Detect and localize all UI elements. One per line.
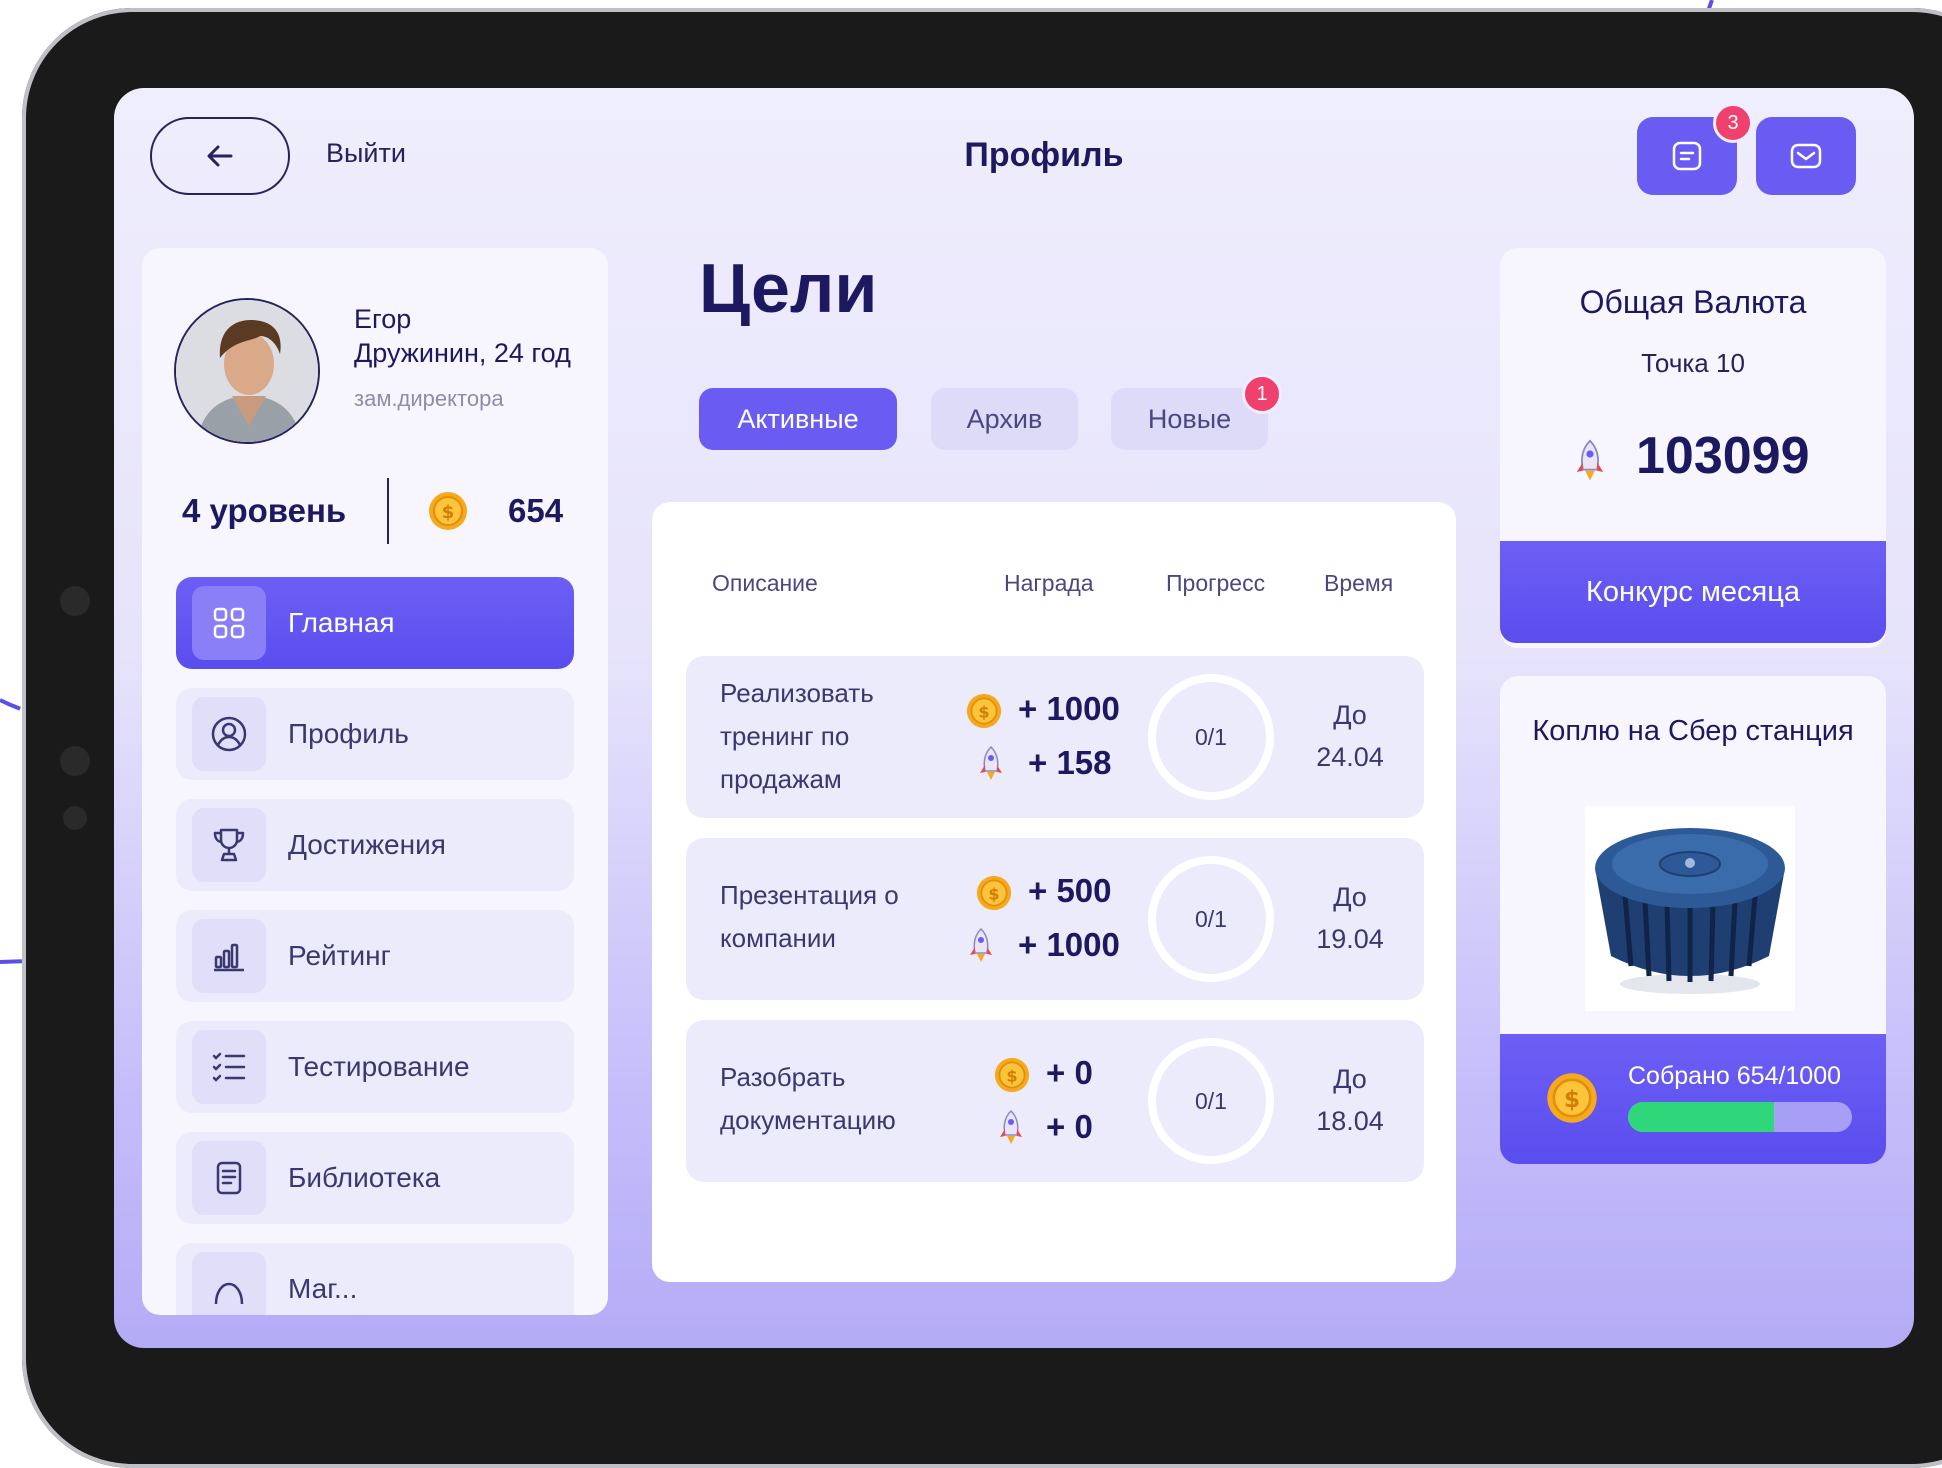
goals-title: Цели xyxy=(699,249,878,327)
sidebar-item-testing[interactable]: Тестирование xyxy=(176,1021,574,1113)
goal-progress: 0/1 xyxy=(1148,1038,1274,1164)
sidebar-item-label: Главная xyxy=(288,607,395,638)
profile-sidebar: Егор Дружинин, 24 год зам.директора 4 ур… xyxy=(142,248,608,1315)
goal-progress: 0/1 xyxy=(1148,674,1274,800)
product-image xyxy=(1585,806,1795,1011)
column-header-description: Описание xyxy=(712,570,818,596)
side-sensor xyxy=(60,586,90,616)
goal-due-date: 18.04 xyxy=(1316,1106,1384,1136)
bar-chart-icon xyxy=(192,919,266,993)
sidebar-item-label: Библиотека xyxy=(288,1162,441,1193)
user-circle-icon xyxy=(192,697,266,771)
app-screen: Выйти Профиль 3 Егор Дружинин, 24 год за… xyxy=(114,88,1914,1348)
notifications-badge: 3 xyxy=(1713,103,1753,143)
grid-icon xyxy=(192,586,266,660)
coin-icon: $ xyxy=(1547,1073,1597,1123)
shop-icon xyxy=(192,1252,266,1315)
mail-button[interactable] xyxy=(1756,117,1856,195)
user-first-name: Егор xyxy=(354,304,412,334)
rocket-icon xyxy=(980,745,1002,780)
side-sensor xyxy=(63,806,87,830)
column-header-progress: Прогресс xyxy=(1166,570,1266,596)
user-level: 4 уровень xyxy=(182,492,347,529)
goal-row[interactable]: Разобрать документацию $ + 0 + 0 0/1 До … xyxy=(686,1020,1424,1182)
goal-rocket-reward: + 1000 xyxy=(1018,926,1120,963)
svg-text:$: $ xyxy=(1564,1085,1580,1113)
goal-description: Разобрать документацию xyxy=(720,1062,896,1135)
rocket-icon xyxy=(970,927,992,962)
goal-coin-reward: + 0 xyxy=(1046,1054,1093,1091)
collected-progress-bar xyxy=(1628,1102,1852,1132)
user-coins: 654 xyxy=(508,492,564,529)
tab-active[interactable]: Активные xyxy=(699,388,897,450)
saving-goal-card[interactable]: Коплю на Сбер станция $ Собрано 654/1000 xyxy=(1500,676,1886,1164)
currency-value: 103099 xyxy=(1636,427,1810,485)
sidebar-item-achievements[interactable]: Достижения xyxy=(176,799,574,891)
user-photo xyxy=(176,300,318,442)
sidebar-item-label: Достижения xyxy=(288,829,446,860)
user-last-name-age: Дружинин, 24 год xyxy=(354,338,571,368)
sidebar-item-shop[interactable]: Маг... xyxy=(176,1243,574,1315)
goal-description: Презентация о компании xyxy=(720,880,899,953)
user-role: зам.директора xyxy=(354,386,504,411)
document-icon xyxy=(192,1141,266,1215)
checklist-icon xyxy=(192,1030,266,1104)
sidebar-item-rating[interactable]: Рейтинг xyxy=(176,910,574,1002)
goal-description: Реализовать тренинг по продажам xyxy=(720,678,874,794)
svg-text:$: $ xyxy=(1006,1066,1017,1085)
goal-progress: 0/1 xyxy=(1148,856,1274,982)
sidebar-item-label: Маг... xyxy=(288,1273,358,1304)
collected-progress-panel: $ Собрано 654/1000 xyxy=(1500,1034,1886,1164)
sidebar-item-library[interactable]: Библиотека xyxy=(176,1132,574,1224)
goal-coin-reward: + 1000 xyxy=(1018,690,1120,727)
side-sensor xyxy=(60,746,90,776)
currency-title: Общая Валюта xyxy=(1579,284,1807,320)
new-goals-badge: 1 xyxy=(1242,374,1282,414)
mail-icon xyxy=(1790,143,1822,169)
goal-due-prefix: До xyxy=(1333,1064,1367,1094)
goal-row[interactable]: Реализовать тренинг по продажам $ + 1000… xyxy=(686,656,1424,818)
coin-icon: $ xyxy=(994,1057,1030,1093)
svg-text:$: $ xyxy=(978,702,989,721)
rocket-icon xyxy=(1576,439,1604,481)
coin-icon: $ xyxy=(966,693,1002,729)
currency-subtitle: Точка 10 xyxy=(1641,348,1745,378)
goal-rocket-reward: + 0 xyxy=(1046,1108,1093,1145)
rocket-icon xyxy=(1000,1109,1022,1144)
contest-of-month-button[interactable]: Конкурс месяца xyxy=(1500,541,1886,643)
goal-due-date: 24.04 xyxy=(1316,742,1384,772)
goal-due-prefix: До xyxy=(1333,700,1367,730)
tablet-device-frame: Выйти Профиль 3 Егор Дружинин, 24 год за… xyxy=(22,8,1942,1468)
collected-progress-fill xyxy=(1628,1102,1775,1132)
divider xyxy=(387,478,389,544)
column-header-reward: Награда xyxy=(1004,570,1094,596)
coin-icon: $ xyxy=(429,492,467,530)
smart-speaker-image xyxy=(1595,828,1785,994)
goal-due-prefix: До xyxy=(1333,882,1367,912)
message-icon xyxy=(1672,141,1702,171)
goal-coin-reward: + 500 xyxy=(1028,872,1112,909)
trophy-icon xyxy=(192,808,266,882)
svg-text:$: $ xyxy=(988,884,999,903)
sidebar-item-profile[interactable]: Профиль xyxy=(176,688,574,780)
goal-rocket-reward: + 158 xyxy=(1028,744,1112,781)
saving-goal-title: Коплю на Сбер станция xyxy=(1532,715,1854,747)
goal-due-date: 19.04 xyxy=(1316,924,1384,954)
avatar xyxy=(174,298,320,444)
svg-text:$: $ xyxy=(442,502,455,523)
goal-row[interactable]: Презентация о компании $ + 500 + 1000 0/… xyxy=(686,838,1424,1000)
tab-new-label: Новые xyxy=(1147,403,1232,434)
sidebar-item-label: Тестирование xyxy=(288,1051,470,1082)
sidebar-item-label: Профиль xyxy=(288,718,409,749)
sidebar-item-home[interactable]: Главная xyxy=(176,577,574,669)
goals-table: Описание Награда Прогресс Время Реализов… xyxy=(652,502,1456,1282)
tab-new[interactable]: Новые 1 xyxy=(1111,374,1282,450)
sidebar-item-label: Рейтинг xyxy=(288,940,391,971)
tab-archive[interactable]: Архив xyxy=(931,388,1078,450)
column-header-time: Время xyxy=(1324,570,1394,596)
chat-button[interactable]: 3 xyxy=(1637,103,1753,195)
collected-label: Собрано 654/1000 xyxy=(1628,1062,1842,1090)
currency-card: Общая Валюта Точка 10 103099 Конкурс мес… xyxy=(1500,248,1886,648)
coin-icon: $ xyxy=(976,875,1012,911)
